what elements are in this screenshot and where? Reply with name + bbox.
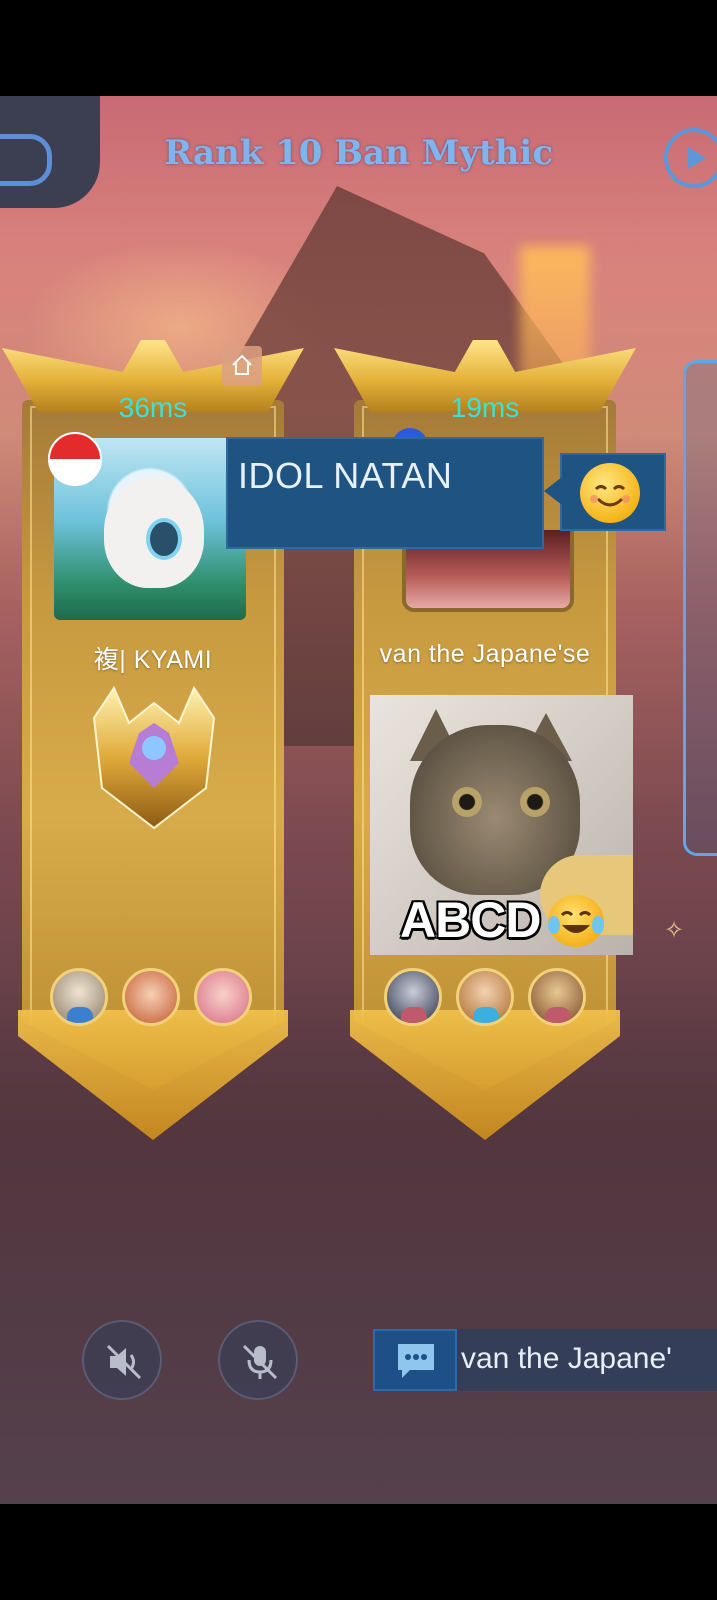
hero-helmet-icon — [528, 968, 586, 1026]
speaker-off-icon — [106, 1344, 142, 1380]
hero-dark-icon — [384, 968, 442, 1026]
mythic-rank-emblem-icon — [92, 685, 216, 830]
page-title: Rank 10 Ban Mythic — [163, 133, 554, 173]
home-icon[interactable] — [222, 346, 262, 386]
player-name: 複| KYAMI — [93, 646, 213, 674]
chat-message-bubble: IDOL NATAN — [226, 437, 544, 549]
banner-tail — [350, 1010, 620, 1140]
hero-goggles-icon — [50, 968, 108, 1026]
indonesia-flag-icon — [48, 432, 102, 486]
mic-mute-button[interactable] — [218, 1320, 298, 1400]
emoji-reaction — [544, 453, 666, 531]
chat-message-text: IDOL NATAN — [238, 455, 453, 496]
hero-redhair-icon — [122, 968, 180, 1026]
chat-bubble-icon — [398, 1344, 434, 1378]
banner-tail — [18, 1010, 288, 1140]
chat-bar[interactable]: van the Japane' — [373, 1329, 717, 1391]
cat-eye — [452, 787, 482, 817]
cat-eye — [520, 787, 550, 817]
ping-label: 19ms — [450, 392, 520, 423]
chat-preview-text: van the Japane' — [461, 1342, 672, 1375]
hero-blonde-icon — [456, 968, 514, 1026]
avatar-eye — [146, 518, 182, 560]
smiling-face-emoji-icon — [580, 463, 640, 523]
play-icon — [688, 147, 706, 169]
bird-icon: ✧ — [664, 917, 685, 944]
sticker-caption: ABCD — [400, 892, 541, 948]
side-panel-tab[interactable] — [683, 360, 717, 856]
play-button[interactable] — [664, 128, 717, 188]
ping-label: 36ms — [118, 392, 188, 423]
tears-of-joy-emoji-icon — [548, 895, 604, 947]
hero-pinkhair-icon — [194, 968, 252, 1026]
speaker-mute-button[interactable] — [82, 1320, 162, 1400]
chat-button[interactable] — [373, 1329, 457, 1391]
cat-sticker: ABCD — [370, 695, 633, 955]
player-name: van the Japane'se — [379, 640, 591, 668]
mic-off-icon — [242, 1344, 278, 1380]
